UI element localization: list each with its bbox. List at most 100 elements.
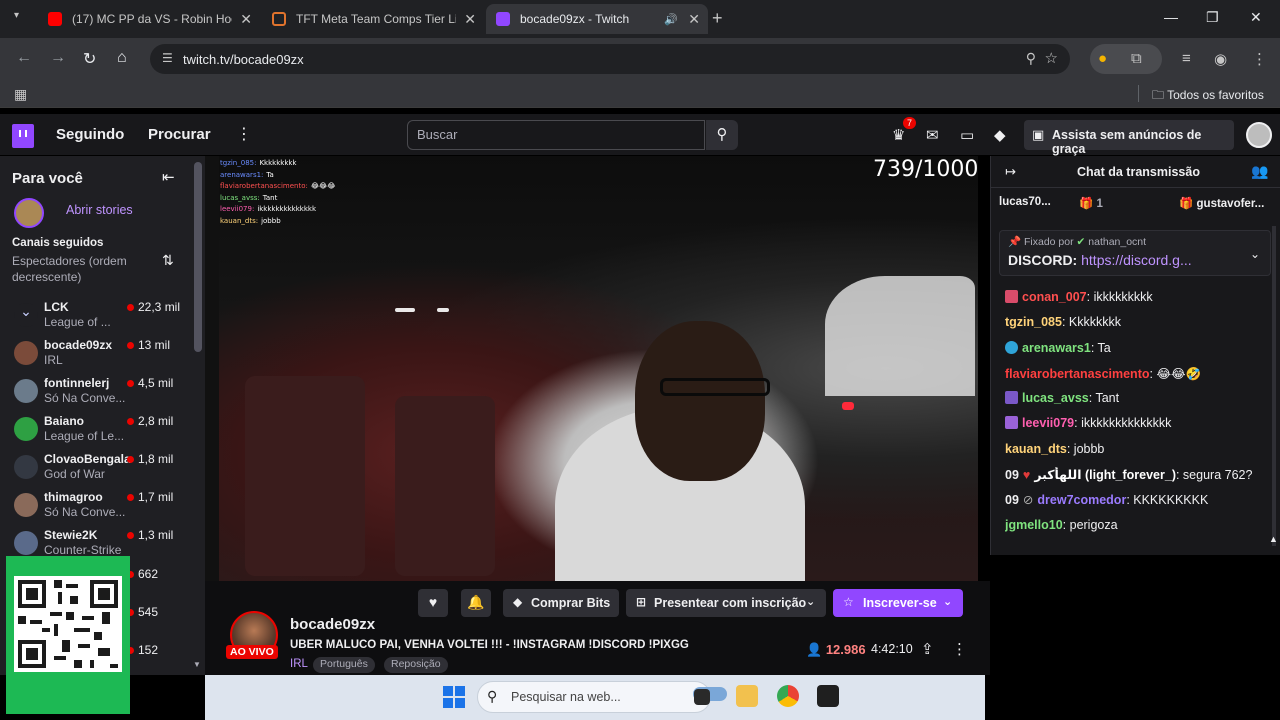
more-options-icon[interactable]: ⋮ (236, 124, 252, 144)
site-info-icon[interactable]: ☰ (162, 51, 173, 65)
taskbar-search[interactable]: ⚲ Pesquisar na web... (477, 681, 711, 713)
chat-user[interactable]: kauan_dts (1005, 442, 1067, 456)
streamer-name[interactable]: bocade09zx (290, 616, 375, 633)
forward-icon[interactable]: → (50, 49, 66, 67)
sidebar-channel[interactable]: thimagroo Só Na Conve... 1,7 mil (0, 489, 190, 527)
follow-button[interactable]: ♥ (418, 589, 448, 617)
bookmarks-bar: ▦ 🗀 Todos os favoritos (0, 80, 1280, 108)
new-tab-icon[interactable]: + (712, 8, 723, 29)
close-tab-icon[interactable]: ✕ (240, 11, 252, 28)
close-window-icon[interactable]: ✕ (1250, 9, 1262, 26)
stream-tag[interactable]: Português (313, 657, 375, 673)
sidebar-channel[interactable]: ClovaoBengala God of War 1,8 mil (0, 451, 190, 489)
notifications-button[interactable]: 🔔 (461, 589, 491, 617)
collapse-sidebar-icon[interactable]: ⇤ (162, 168, 175, 186)
chat-message[interactable]: 09 ⊘ drew7comedor: KKKKKKKKK (1005, 492, 1275, 517)
stream-tag[interactable]: Reposição (384, 657, 448, 673)
all-bookmarks-folder[interactable]: 🗀 Todos os favoritos (1152, 86, 1264, 107)
live-dot (127, 494, 134, 501)
inbox-icon[interactable]: ✉ (926, 126, 939, 144)
chat-scrollbar[interactable] (1272, 226, 1276, 546)
more-options-icon[interactable]: ⋮ (952, 640, 967, 658)
sidebar-channel[interactable]: Baiano League of Le... 2,8 mil (0, 413, 190, 451)
sidebar-scrollbar[interactable] (194, 162, 202, 352)
scroll-down-icon[interactable]: ▼ (193, 660, 201, 669)
browser-tab-tft[interactable]: TFT Meta Team Comps Tier List ✕ (262, 4, 484, 34)
chat-message[interactable]: lucas_avss: Tant (1005, 391, 1275, 416)
ad-free-button[interactable]: ▣ Assista sem anúncios de graça (1024, 120, 1234, 156)
chat-user[interactable]: اللهأكبر (light_forever_) (1034, 468, 1176, 482)
bits-icon[interactable]: ◆ (994, 126, 1006, 144)
minimize-icon[interactable]: — (1164, 9, 1178, 25)
pinned-message[interactable]: 📌 Fixado por ✔ nathan_ocnt DISCORD: http… (999, 230, 1271, 276)
extensions-puzzle-icon[interactable]: ⧉ (1131, 50, 1142, 67)
search-button[interactable]: ⚲ (706, 120, 738, 150)
extension-icon[interactable]: ● (1098, 50, 1107, 67)
terminal-icon[interactable] (694, 689, 710, 705)
chat-user[interactable]: flaviarobertanascimento (1005, 367, 1150, 381)
close-tab-icon[interactable]: ✕ (688, 11, 700, 28)
chat-user[interactable]: jgmello10 (1005, 518, 1063, 532)
search-input[interactable] (408, 121, 704, 148)
chat-message[interactable]: 09 ♥ اللهأكبر (light_forever_): segura 762… (1005, 467, 1275, 492)
community-icon[interactable]: 👥 (1251, 163, 1268, 180)
twitch-icon (496, 12, 510, 26)
close-tab-icon[interactable]: ✕ (464, 11, 476, 28)
chat-message[interactable]: leevii079: ikkkkkkkkkkkkkk (1005, 416, 1275, 441)
chat-message[interactable]: jgmello10: perigoza (1005, 518, 1275, 543)
browser-tab-youtube[interactable]: (17) MC PP da VS - Robin Hood ✕ (38, 4, 260, 34)
sidebar-channel[interactable]: fontinnelerj Só Na Conve... 4,5 mil (0, 375, 190, 413)
back-icon[interactable]: ← (16, 49, 32, 67)
chat-user[interactable]: leevii079 (1022, 416, 1074, 430)
address-bar[interactable]: ☰ twitch.tv/bocade09zx ⚲ ☆ (150, 44, 1070, 74)
chat-user[interactable]: arenawars1 (1022, 341, 1091, 355)
speaker-icon[interactable]: 🔊 (664, 13, 678, 26)
app-icon[interactable] (817, 685, 839, 707)
chat-user[interactable]: drew7comedor (1037, 493, 1126, 507)
bookmark-star-icon[interactable]: ☆ (1045, 49, 1058, 67)
file-explorer-icon[interactable] (736, 685, 758, 707)
nav-browse[interactable]: Procurar (148, 126, 211, 143)
apps-grid-icon[interactable]: ▦ (14, 86, 27, 103)
chat-user[interactable]: tgzin_085 (1005, 315, 1062, 329)
chat-message[interactable]: flaviarobertanascimento: 😂😂🤣 (1005, 366, 1275, 391)
gifter-name[interactable]: lucas70... (999, 196, 1051, 208)
chat-user[interactable]: lucas_avss (1022, 391, 1089, 405)
browser-menu-icon[interactable]: ⋮ (1252, 50, 1267, 68)
browser-tab-twitch[interactable]: bocade09zx - Twitch 🔊 ✕ (486, 4, 708, 34)
user-avatar[interactable] (1246, 122, 1272, 148)
chrome-icon[interactable] (777, 685, 799, 707)
gift-sub-button[interactable]: ⊞ Presentear com inscrição ⌄ (626, 589, 826, 617)
chat-message[interactable]: kauan_dts: jobbb (1005, 442, 1275, 467)
chat-message[interactable]: tgzin_085: Kkkkkkkk (1005, 315, 1275, 340)
discord-link[interactable]: https://discord.g... (1081, 252, 1192, 268)
collapse-chat-icon[interactable]: ↦ (1005, 164, 1016, 180)
zoom-icon[interactable]: ⚲ (1026, 50, 1036, 67)
chat-user[interactable]: conan_007 (1022, 290, 1087, 304)
sidebar-channel[interactable]: bocade09zx IRL 13 mil (0, 337, 190, 375)
scroll-down-icon[interactable]: ▲ (1269, 534, 1278, 544)
stories-avatar[interactable] (12, 198, 52, 228)
home-icon[interactable]: ⌂ (117, 49, 127, 67)
subscribe-button[interactable]: ☆ Inscrever-se ⌄ (833, 589, 963, 617)
whispers-icon[interactable]: ▭ (960, 126, 974, 144)
nav-following[interactable]: Seguindo (56, 126, 124, 143)
gifter-entry[interactable]: 🎁 gustavofer... (1179, 196, 1264, 210)
chat-message[interactable]: arenawars1: Ta (1005, 340, 1275, 366)
reload-icon[interactable]: ↻ (83, 49, 96, 69)
twitch-logo-icon[interactable] (12, 124, 34, 148)
chat-message[interactable]: conan_007: ikkkkkkkkk (1005, 290, 1275, 315)
prime-crown-icon[interactable]: ♛ (892, 126, 905, 144)
share-icon[interactable]: ⇪ (921, 640, 934, 658)
windows-start-icon[interactable] (443, 686, 465, 708)
tab-search-icon[interactable]: ▾ (14, 10, 19, 21)
buy-bits-button[interactable]: ◆ Comprar Bits (503, 589, 619, 617)
sidebar-channel[interactable]: ⌄ LCK League of ... 22,3 mil (0, 299, 190, 337)
restore-icon[interactable]: ❐ (1206, 9, 1219, 26)
chevron-down-icon[interactable]: ⌄ (1250, 247, 1260, 261)
stream-category[interactable]: IRL (290, 658, 308, 670)
sort-icon[interactable]: ⇅ (162, 252, 174, 269)
open-stories-link[interactable]: Abrir stories (66, 203, 133, 217)
profile-icon[interactable]: ◉ (1214, 50, 1227, 68)
media-control-icon[interactable]: ≡ (1182, 50, 1191, 67)
